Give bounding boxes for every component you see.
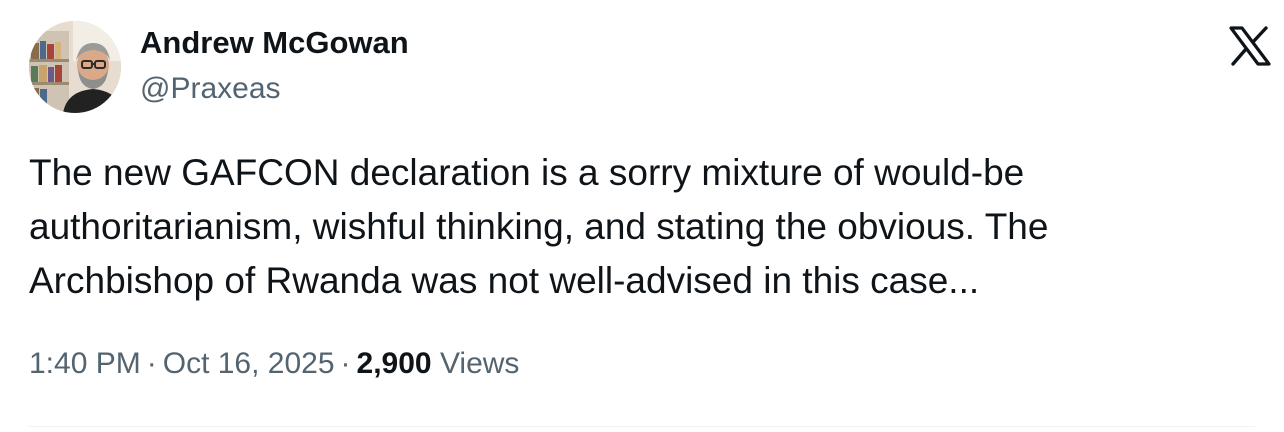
author-name[interactable]: Andrew McGowan bbox=[140, 24, 409, 62]
x-logo-icon[interactable] bbox=[1228, 26, 1272, 66]
tweet-text-line: Archbishop of Rwanda was not well-advise… bbox=[29, 260, 980, 301]
views-count[interactable]: 2,900 bbox=[357, 347, 432, 380]
avatar[interactable] bbox=[29, 21, 121, 113]
tweet-date[interactable]: Oct 16, 2025 bbox=[163, 347, 335, 380]
author-handle[interactable]: @Praxeas bbox=[140, 70, 281, 108]
tweet-meta: 1:40 PM · Oct 16, 2025 · 2,900 Views bbox=[29, 344, 519, 384]
tweet-card: Andrew McGowan @Praxeas The new GAFCON d… bbox=[0, 0, 1284, 432]
meta-separator: · bbox=[146, 347, 157, 380]
views-label[interactable]: Views bbox=[440, 347, 519, 380]
tweet-text-line: authoritarianism, wishful thinking, and … bbox=[29, 206, 1049, 247]
meta-separator: · bbox=[340, 347, 351, 380]
profile-photo bbox=[29, 21, 121, 113]
tweet-time[interactable]: 1:40 PM bbox=[29, 347, 141, 380]
divider bbox=[29, 426, 1255, 427]
tweet-text: The new GAFCON declaration is a sorry mi… bbox=[29, 146, 1259, 308]
tweet-text-line: The new GAFCON declaration is a sorry mi… bbox=[29, 152, 1025, 193]
